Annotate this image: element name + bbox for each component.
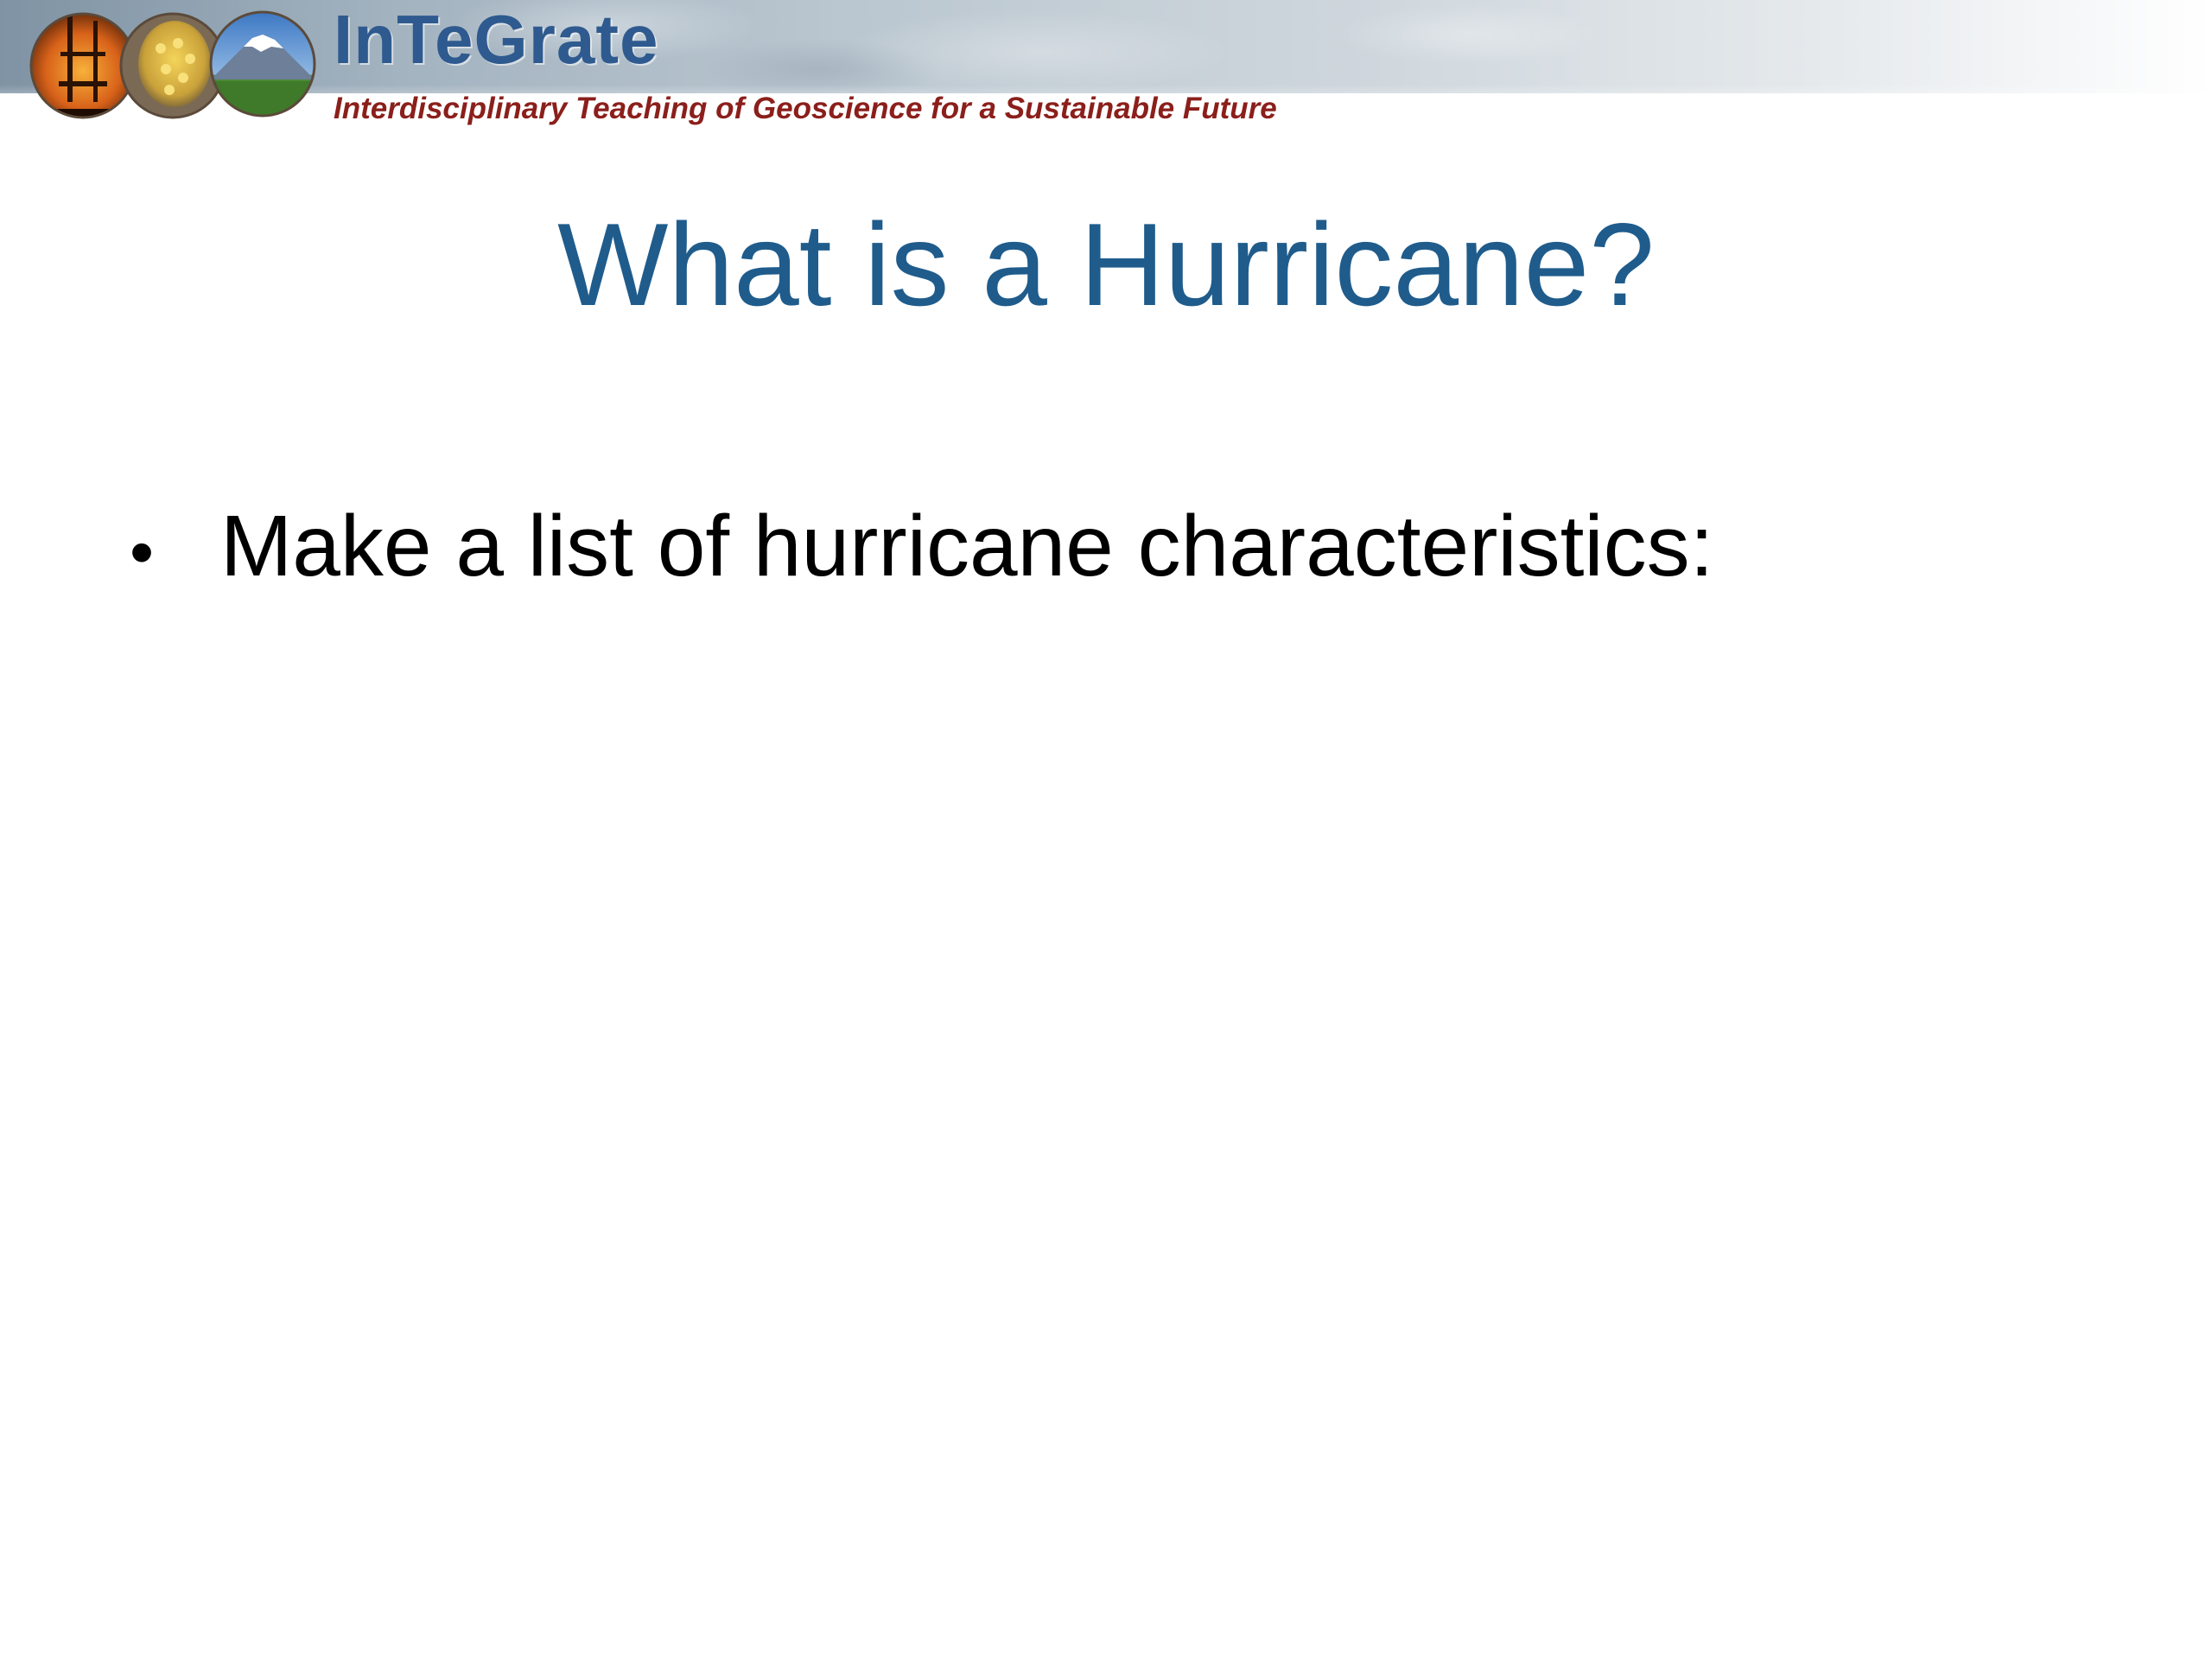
bullet-item: • Make a list of hurricane characteristi…: [130, 494, 1713, 598]
slide: InTeGrate Interdisciplinary Teaching of …: [0, 0, 2212, 1659]
bullet-text: Make a list of hurricane characteristics…: [220, 498, 1714, 594]
header-banner-texture: [0, 0, 2212, 93]
bullet-marker: •: [130, 513, 155, 590]
brand-tagline: Interdisciplinary Teaching of Geoscience…: [334, 92, 1277, 125]
slide-title: What is a Hurricane?: [557, 199, 1655, 330]
logo-photo-circles: [29, 10, 316, 119]
brand-name: InTeGrate: [334, 1, 659, 78]
bullet-list: • Make a list of hurricane characteristi…: [130, 494, 1713, 598]
